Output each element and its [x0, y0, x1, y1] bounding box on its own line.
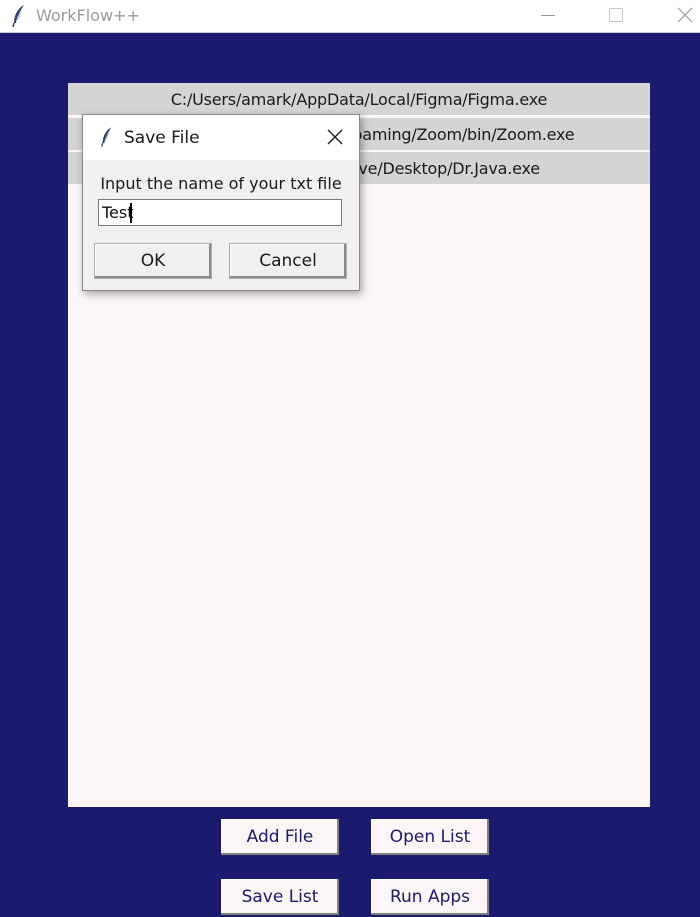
- cancel-button[interactable]: Cancel: [229, 243, 347, 279]
- window-title: WorkFlow++: [36, 6, 140, 25]
- list-item[interactable]: C:/Users/amark/AppData/Local/Figma/Figma…: [68, 83, 650, 115]
- open-list-button[interactable]: Open List: [371, 819, 489, 855]
- add-file-button[interactable]: Add File: [221, 819, 339, 855]
- save-list-button[interactable]: Save List: [221, 879, 339, 915]
- maximize-button[interactable]: [594, 0, 640, 32]
- filename-input[interactable]: [98, 199, 342, 226]
- run-apps-button[interactable]: Run Apps: [371, 879, 489, 915]
- text-caret: [130, 203, 132, 223]
- close-icon: [677, 7, 693, 23]
- close-icon: [327, 129, 343, 145]
- save-file-dialog: Save File Input the name of your txt fil…: [82, 114, 360, 291]
- minimize-button[interactable]: [524, 0, 570, 32]
- dialog-prompt: Input the name of your txt file: [100, 174, 342, 193]
- dialog-close-button[interactable]: [319, 121, 351, 153]
- dialog-titlebar: Save File: [83, 115, 359, 160]
- feather-icon: [100, 126, 114, 148]
- close-button[interactable]: [664, 0, 700, 32]
- list-item-path: C:/Users/amark/AppData/Local/Figma/Figma…: [170, 89, 548, 109]
- feather-icon: [11, 4, 27, 28]
- ok-button[interactable]: OK: [94, 243, 212, 279]
- dialog-title: Save File: [124, 128, 200, 148]
- window-titlebar: WorkFlow++: [0, 0, 700, 33]
